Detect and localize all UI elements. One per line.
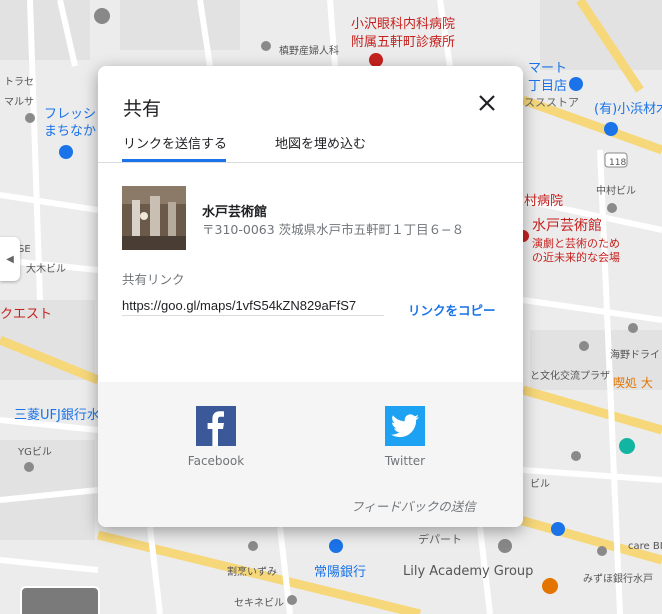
share-tabs: リンクを送信する 地図を埋め込む: [98, 130, 523, 163]
map-label-art-tower-desc-1: 演劇と芸術のため: [532, 237, 620, 250]
map-label-store: ススストア: [524, 96, 579, 109]
map-label-bank: 常陽銀行: [314, 565, 367, 580]
map-label-care: care BI: [628, 541, 662, 552]
caret-left-icon: ◀: [6, 253, 14, 265]
active-tab-indicator: [122, 159, 226, 162]
map-label-sekine: セキネビル: [234, 598, 284, 609]
map-label-kissho: 喫処 大: [613, 376, 653, 390]
map-label-otsuki: 大木ビル: [26, 264, 66, 275]
map-label-dept: デパート: [418, 533, 462, 546]
map-label-mart: マート: [528, 61, 568, 76]
share-facebook-button[interactable]: Facebook: [176, 406, 256, 468]
map-label-mufg: 三菱UFJ銀行水: [14, 408, 100, 423]
map-label-kohama: (有)小浜材木: [594, 102, 662, 117]
map-label-bldg: ビル: [530, 479, 550, 490]
close-button[interactable]: [475, 91, 499, 115]
send-feedback-link[interactable]: フィードバックの送信: [351, 496, 476, 515]
tab-send-link[interactable]: リンクを送信する: [123, 133, 227, 152]
map-label-art-tower: 水戸芸術館: [532, 218, 602, 234]
route-shield-label: 118: [609, 158, 627, 168]
map-label-obgyn: 槙野産婦人科: [279, 46, 339, 57]
map-label-nakamura: 中村ビル: [596, 186, 636, 197]
share-url-field[interactable]: [122, 295, 384, 316]
map-label-chome: 丁目店: [528, 79, 568, 94]
layers-thumbnail[interactable]: [20, 586, 100, 614]
twitter-icon: [385, 406, 425, 446]
twitter-label: Twitter: [384, 454, 426, 468]
map-label-marusa: マルサ: [4, 97, 34, 108]
collapse-side-panel-button[interactable]: ◀: [0, 237, 20, 281]
facebook-icon: [196, 406, 236, 446]
map-label-torase: トラセ: [4, 77, 34, 88]
place-address: 〒310-0063 茨城県水戸市五軒町１丁目６−８: [202, 222, 465, 237]
map-label-culture: と文化交流プラザ: [530, 371, 610, 382]
social-share-section: Facebook Twitter フィードバックの送信: [98, 382, 523, 527]
share-link-label: 共有リンク: [122, 272, 185, 287]
copy-link-button[interactable]: リンクをコピー: [408, 300, 496, 319]
map-label-yg: YGビル: [18, 447, 52, 458]
share-dialog: 共有 リンクを送信する 地図を埋め込む 水戸芸術館 〒310-0063 茨城県水…: [98, 66, 523, 527]
share-twitter-button[interactable]: Twitter: [365, 406, 445, 468]
place-name: 水戸芸術館: [202, 205, 268, 220]
map-label-lily: Lily Academy Group: [403, 564, 534, 579]
map-label-fresh-2: まちなか: [44, 124, 97, 139]
facebook-label: Facebook: [187, 454, 245, 468]
map-label-quest: クエスト: [0, 307, 53, 322]
place-photo: [122, 186, 186, 250]
map-label-mizuho: みずほ銀行水戸: [583, 574, 653, 585]
map-label-hospital: 小沢眼科内科病院: [351, 17, 456, 32]
dialog-title: 共有: [123, 98, 162, 120]
map-label-art-tower-desc-2: の近未来的な会場: [532, 251, 620, 264]
map-label-clinic: 附属五軒町診療所: [351, 35, 456, 50]
map-label-hospital-2: 村病院: [524, 194, 564, 209]
map-label-fresh-1: フレッシ: [44, 107, 97, 122]
map-label-unno: 海野ドライ: [610, 350, 660, 361]
close-icon: [479, 95, 495, 111]
tab-embed-map[interactable]: 地図を埋め込む: [275, 133, 366, 152]
map-label-izumi: 割烹いずみ: [227, 567, 277, 578]
